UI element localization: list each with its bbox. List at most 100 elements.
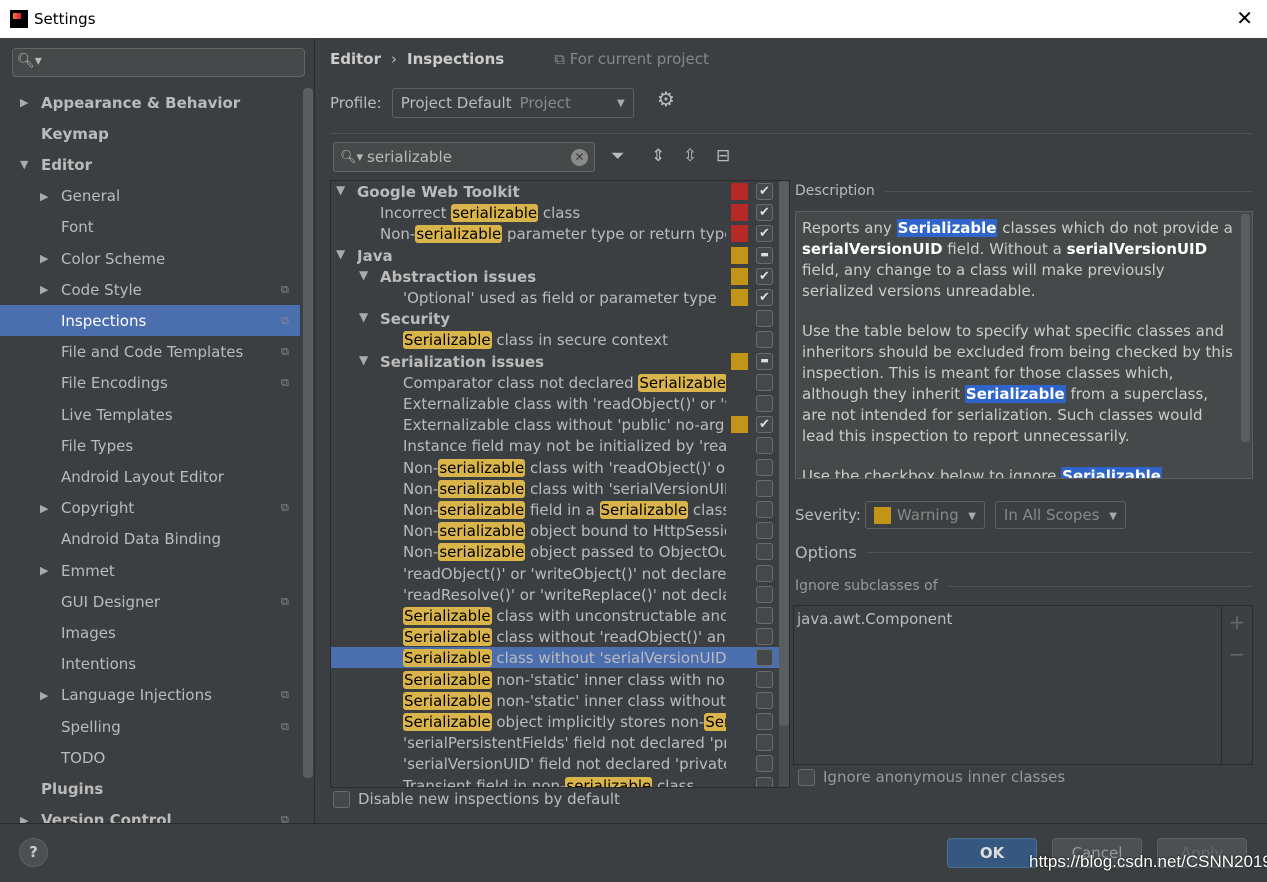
sidebar-item-spelling[interactable]: Spelling ⧉ [0,711,300,742]
checkbox[interactable] [756,543,773,561]
add-icon[interactable]: + [1222,610,1252,634]
checkbox[interactable] [756,458,773,476]
gear-icon[interactable]: ⚙ [657,87,675,111]
checkbox[interactable] [756,713,773,730]
tree-row[interactable]: Non-serializable object bound to HttpSes… [331,520,781,541]
sidebar-item-emmet[interactable]: ▶ Emmet [0,555,300,586]
tree-row[interactable]: ▼ Google Web Toolkit ✔ [331,181,781,202]
chevron-down-icon[interactable]: ▼ [359,353,368,367]
checkbox[interactable] [756,564,773,582]
tree-row[interactable]: Incorrect serializable class ✔ [331,202,781,223]
sidebar-item-gui-designer[interactable]: GUI Designer ⧉ [0,586,300,617]
checkbox[interactable] [756,331,773,349]
tree-row[interactable]: ▼ Security [331,308,781,329]
checkbox[interactable] [756,755,773,773]
ignore-anonymous-checkbox[interactable]: Ignore anonymous inner classes [798,768,1065,786]
tree-row[interactable]: Instance field may not be initialized by… [331,435,781,456]
expand-all-icon[interactable]: ⇕ [651,146,665,166]
clear-icon[interactable]: ✕ [571,149,588,166]
sidebar-item-color-scheme[interactable]: ▶ Color Scheme [0,243,300,274]
sidebar-item-file-and-code-templates[interactable]: File and Code Templates ⧉ [0,337,300,368]
chevron-down-icon[interactable]: ▼ [359,310,368,324]
tree-row[interactable]: Serializable object implicitly stores no… [331,711,781,732]
tree-row[interactable]: Non-serializable class with 'serialVersi… [331,478,781,499]
sidebar-item-keymap[interactable]: Keymap [0,118,300,149]
checkbox[interactable] [756,395,773,412]
sidebar-scrollbar[interactable] [303,88,313,778]
tree-row[interactable]: Non-serializable field in a Serializable… [331,499,781,520]
checkbox[interactable] [756,373,773,391]
checkbox[interactable] [756,649,773,667]
tree-row[interactable]: ▼ Java ▬ [331,245,781,266]
tree-row[interactable]: Serializable class with unconstructable … [331,605,781,626]
profile-dropdown[interactable]: Project Default Project ▼ [391,88,634,118]
checkbox[interactable]: ✔ [756,183,773,200]
sidebar-item-editor[interactable]: ▼ Editor [0,149,300,180]
sidebar-item-images[interactable]: Images [0,617,300,648]
chevron-right-icon[interactable]: ▶ [40,502,48,515]
breadcrumb-editor[interactable]: Editor [330,50,381,68]
chevron-right-icon[interactable]: ▶ [40,190,48,203]
checkbox[interactable]: ✔ [756,289,773,306]
checkbox[interactable] [756,734,773,752]
checkbox[interactable]: ▬ [756,352,773,370]
checkbox[interactable] [756,628,773,646]
sidebar-search-input[interactable]: 🔍︎▾ [12,48,305,77]
ok-button[interactable]: OK [947,838,1037,868]
chevron-right-icon[interactable]: ▶ [40,252,48,265]
severity-dropdown[interactable]: Warning ▼ [864,501,985,529]
sidebar-item-code-style[interactable]: ▶ Code Style ⧉ [0,274,300,305]
chevron-down-icon[interactable]: ▼ [20,158,28,171]
chevron-right-icon[interactable]: ▶ [20,96,28,109]
checkbox[interactable] [756,437,773,455]
description-scrollbar[interactable] [1241,214,1250,442]
chevron-right-icon[interactable]: ▶ [40,689,48,702]
tree-row[interactable]: Comparator class not declared Serializab… [331,372,781,393]
checkbox[interactable] [756,607,773,624]
tree-row[interactable]: 'serialPersistentFields' field not decla… [331,732,781,753]
chevron-down-icon[interactable]: ▼ [336,247,345,261]
filter-icon[interactable]: ⏷ [611,146,625,166]
sidebar-item-live-templates[interactable]: Live Templates [0,399,300,430]
checkbox[interactable] [333,790,350,808]
tree-row[interactable]: Serializable class without 'serialVersio… [331,647,781,669]
list-item[interactable]: java.awt.Component [797,610,952,628]
tree-row[interactable]: Serializable non-'static' inner class wi… [331,690,781,711]
checkbox[interactable] [756,670,773,688]
tree-row[interactable]: Transient field in non-serializable clas… [331,775,781,787]
tree-row[interactable]: 'Optional' used as field or parameter ty… [331,287,781,308]
sidebar-item-android-data-binding[interactable]: Android Data Binding [0,524,300,555]
tree-scrollbar[interactable] [779,181,789,787]
tree-row[interactable]: Serializable class in secure context [331,329,781,350]
checkbox[interactable] [756,776,773,787]
checkbox[interactable] [756,691,773,709]
checkbox[interactable]: ✔ [756,416,773,434]
close-icon[interactable]: ✕ [1236,6,1253,30]
sidebar-item-file-encodings[interactable]: File Encodings ⧉ [0,368,300,399]
sidebar-item-general[interactable]: ▶ General [0,181,300,212]
tree-row[interactable]: Serializable class without 'readObject()… [331,626,781,647]
checkbox[interactable] [756,585,773,603]
checkbox[interactable] [756,522,773,540]
help-button[interactable]: ? [19,838,48,867]
remove-icon[interactable]: − [1222,642,1252,666]
inspection-search-input[interactable]: 🔍︎▾ serializable ✕ [333,142,595,172]
sidebar-item-intentions[interactable]: Intentions [0,649,300,680]
checkbox[interactable] [798,768,815,786]
checkbox[interactable]: ✔ [756,225,773,243]
chevron-right-icon[interactable]: ▶ [40,283,48,296]
tree-row[interactable]: 'readObject()' or 'writeObject()' not de… [331,563,781,584]
checkbox[interactable]: ✔ [756,267,773,285]
reset-icon[interactable]: ⊟ [716,146,730,166]
tree-row[interactable]: Non-serializable class with 'readObject(… [331,457,781,478]
sidebar-item-file-types[interactable]: File Types [0,430,300,461]
sidebar-item-appearance-behavior[interactable]: ▶ Appearance & Behavior [0,87,300,118]
tree-row[interactable]: ▼ Serialization issues ▬ [331,351,781,372]
chevron-right-icon[interactable]: ▶ [40,564,48,577]
tree-row[interactable]: Serializable non-'static' inner class wi… [331,669,781,690]
sidebar-item-inspections[interactable]: Inspections ⧉ [0,305,300,337]
tree-row[interactable]: 'serialVersionUID' field not declared 'p… [331,753,781,774]
sidebar-item-copyright[interactable]: ▶ Copyright ⧉ [0,493,300,524]
sidebar-item-version-control[interactable]: ▶ Version Control ⧉ [0,805,300,824]
collapse-all-icon[interactable]: ⇳ [683,146,697,166]
